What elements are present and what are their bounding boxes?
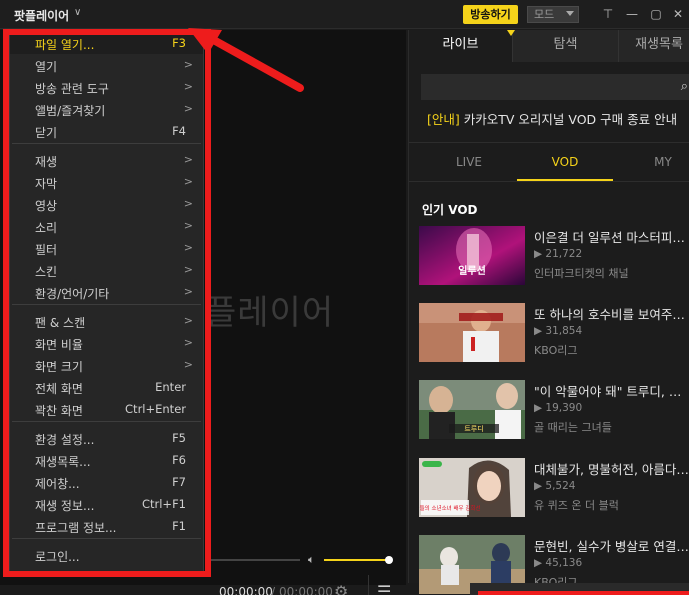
caret-down-icon [566,11,574,16]
thumbnail-caption: 트루디 [464,424,483,433]
sub-tabs: LIVE VOD MY [409,142,689,182]
time-current: 00:00:00 [219,585,273,595]
vod-title[interactable]: 문현빈, 실수가 병살로 연결… [534,536,689,555]
vod-view-count: ▶ 31,854 [534,325,583,337]
vod-item[interactable]: 우리들의 소년소녀 배우 김희선 대체불가, 명불허전, 아름다… ▶ 5,52… [419,458,689,519]
active-tab-marker [507,30,515,36]
vod-view-count: ▶ 19,390 [534,402,583,414]
divider [368,575,369,595]
vod-title[interactable]: "이 악물어야 돼" 트루디, … [534,381,689,400]
thumbnail-caption: 일루션 [458,264,486,277]
minimize-icon[interactable]: — [624,6,640,22]
broadcast-button[interactable]: 방송하기 [463,5,518,24]
volume-slider[interactable] [324,559,388,561]
annotation-highlight-box [3,29,211,577]
close-icon[interactable]: ✕ [670,6,686,22]
notice-banner[interactable]: [안내] 카카오TV 오리지널 VOD 구매 종료 안내 [427,109,677,128]
sub-tab-live[interactable]: LIVE [427,143,511,181]
vod-title[interactable]: 또 하나의 호수비를 보여주… [534,304,689,323]
vod-thumbnail[interactable]: 일루션 [419,226,525,285]
vod-channel[interactable]: 인터파크티켓의 채널 [534,265,629,281]
vod-channel[interactable]: 골 때리는 그녀들 [534,419,612,435]
volume-knob[interactable] [385,556,393,564]
vod-thumbnail[interactable] [419,303,525,362]
panel-tabs: 라이브 탐색 재생목록 [409,30,689,62]
vod-thumbnail[interactable]: 트루디 [419,380,525,439]
section-title: 인기 VOD [422,203,478,217]
annotation-underline [478,591,689,595]
pin-icon[interactable]: ⊤ [600,6,616,22]
vod-item[interactable]: 트루디 "이 악물어야 돼" 트루디, … ▶ 19,390 골 때리는 그녀들 [419,380,689,441]
vod-title[interactable]: 대체불가, 명불허전, 아름다… [534,459,689,478]
search-icon[interactable]: ⌕ [681,79,688,94]
volume-icon[interactable]: 🔈︎ [308,553,315,567]
player-watermark: 플레이어 [205,293,335,333]
gear-icon[interactable]: ⚙ [334,582,348,595]
mode-label: 모드 [534,8,555,21]
maximize-icon[interactable]: ▢ [648,6,664,22]
chevron-down-icon[interactable]: ∨ [74,7,81,18]
mode-dropdown[interactable]: 모드 [527,6,579,23]
time-separator: / [271,585,276,595]
vod-view-count: ▶ 21,722 [534,248,583,260]
vod-title[interactable]: 이은결 더 일루션 마스터피… [534,227,689,246]
thumbnail-caption: 우리들의 소년소녀 배우 김희선 [419,504,481,512]
search-input[interactable]: ⌕ [421,74,689,100]
time-total: 00:00:00 [279,585,333,595]
side-panel: 라이브 탐색 재생목록 ⌕ [안내] 카카오TV 오리지널 VOD 구매 종료 … [408,30,689,594]
title-bar: 팟플레이어 ∨ 방송하기 모드 ⊤ — ▢ ✕ [0,0,689,29]
notice-tag: [안내] [427,112,460,127]
tab-playlist[interactable]: 재생목록 [619,30,689,62]
vod-view-count: ▶ 5,524 [534,480,576,492]
vod-view-count: ▶ 45,136 [534,557,583,569]
app-menu-button[interactable]: 팟플레이어 [14,7,69,24]
vod-item[interactable]: 일루션 이은결 더 일루션 마스터피… ▶ 21,722 인터파크티켓의 채널 [419,226,689,287]
control-bar: 00:00:00 / 00:00:00 ⚙ ☰ [205,575,406,595]
vod-channel[interactable]: 유 퀴즈 온 더 블럭 [534,497,619,513]
playlist-menu-icon[interactable]: ☰ [377,582,391,595]
sub-tab-my[interactable]: MY [621,143,689,181]
vod-thumbnail[interactable]: 우리들의 소년소녀 배우 김희선 [419,458,525,517]
tab-live[interactable]: 라이브 [409,30,513,62]
notice-text: 카카오TV 오리지널 VOD 구매 종료 안내 [459,112,678,127]
vod-channel[interactable]: KBO리그 [534,342,577,358]
seek-bar[interactable] [205,559,300,561]
vod-item[interactable]: 또 하나의 호수비를 보여주… ▶ 31,854 KBO리그 [419,303,689,364]
sub-tab-vod[interactable]: VOD [517,143,613,181]
tab-explore[interactable]: 탐색 [513,30,619,62]
